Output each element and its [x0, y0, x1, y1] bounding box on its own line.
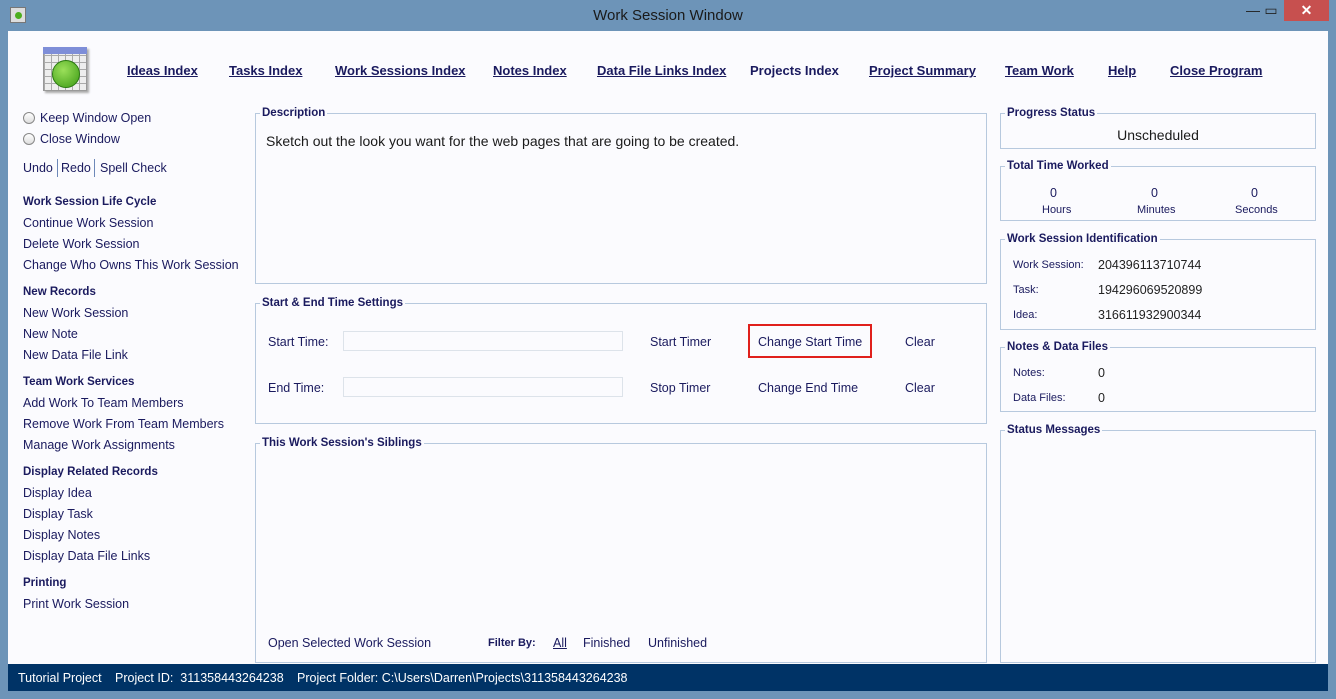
- keep-window-open-label[interactable]: Keep Window Open: [40, 111, 151, 125]
- filter-by-label: Filter By:: [488, 637, 536, 649]
- change-end-time-button[interactable]: Change End Time: [758, 381, 858, 395]
- hours-value: 0: [1050, 186, 1057, 200]
- notes-count-label: Notes:: [1013, 367, 1045, 379]
- filter-finished[interactable]: Finished: [583, 636, 630, 650]
- close-window-label[interactable]: Close Window: [40, 132, 120, 146]
- minutes-label: Minutes: [1137, 204, 1176, 216]
- siblings-list[interactable]: [262, 455, 982, 625]
- continue-work-session-link[interactable]: Continue Work Session: [23, 216, 153, 230]
- change-start-time-button[interactable]: Change Start Time: [758, 335, 862, 349]
- work-session-id-value: 204396113710744: [1098, 258, 1202, 272]
- data-files-count-label: Data Files:: [1013, 392, 1066, 404]
- project-folder: Project Folder: C:\Users\Darren\Projects…: [297, 671, 628, 685]
- stop-timer-button[interactable]: Stop Timer: [650, 381, 710, 395]
- add-work-link[interactable]: Add Work To Team Members: [23, 396, 183, 410]
- end-time-label: End Time:: [268, 381, 325, 395]
- new-work-session-link[interactable]: New Work Session: [23, 306, 128, 320]
- window-title: Work Session Window: [593, 7, 743, 24]
- display-notes-link[interactable]: Display Notes: [23, 528, 100, 542]
- status-messages-legend: Status Messages: [1007, 424, 1101, 436]
- clear-start-button[interactable]: Clear: [905, 335, 935, 349]
- nav-project-summary[interactable]: Project Summary: [869, 63, 976, 78]
- idea-id-label: Idea:: [1013, 309, 1038, 321]
- status-bar: Tutorial Project Project ID: 31135844326…: [8, 664, 1328, 691]
- description-legend: Description: [262, 107, 326, 119]
- progress-status-legend: Progress Status: [1007, 107, 1096, 119]
- redo-link[interactable]: Redo: [61, 161, 91, 175]
- identification-legend: Work Session Identification: [1007, 233, 1158, 245]
- new-note-link[interactable]: New Note: [23, 327, 78, 341]
- clear-end-button[interactable]: Clear: [905, 381, 935, 395]
- data-files-count-value: 0: [1098, 391, 1105, 405]
- section-heading-new-records: New Records: [23, 286, 96, 298]
- task-id-label: Task:: [1013, 284, 1039, 296]
- section-heading-team-work: Team Work Services: [23, 376, 135, 388]
- nav-help[interactable]: Help: [1108, 63, 1136, 78]
- display-task-link[interactable]: Display Task: [23, 507, 93, 521]
- filter-all[interactable]: All: [553, 636, 567, 650]
- end-time-field[interactable]: [343, 377, 623, 397]
- start-timer-button[interactable]: Start Timer: [650, 335, 711, 349]
- new-data-file-link-link[interactable]: New Data File Link: [23, 348, 128, 362]
- nav-notes-index[interactable]: Notes Index: [493, 63, 567, 78]
- nav-projects-index[interactable]: Projects Index: [750, 63, 839, 78]
- section-heading-life-cycle: Work Session Life Cycle: [23, 196, 157, 208]
- open-selected-work-session-button[interactable]: Open Selected Work Session: [268, 636, 431, 650]
- keep-window-open-radio[interactable]: [23, 112, 35, 124]
- print-work-session-link[interactable]: Print Work Session: [23, 597, 129, 611]
- close-window-radio[interactable]: [23, 133, 35, 145]
- undo-link[interactable]: Undo: [23, 161, 53, 175]
- notes-files-legend: Notes & Data Files: [1007, 341, 1108, 353]
- spell-check-link[interactable]: Spell Check: [100, 161, 167, 175]
- siblings-legend: This Work Session's Siblings: [262, 437, 422, 449]
- description-text[interactable]: Sketch out the look you want for the web…: [266, 133, 739, 149]
- start-time-field[interactable]: [343, 331, 623, 351]
- delete-work-session-link[interactable]: Delete Work Session: [23, 237, 140, 251]
- total-time-legend: Total Time Worked: [1007, 160, 1109, 172]
- project-id: Project ID: 311358443264238: [115, 671, 284, 685]
- progress-status-value: Unscheduled: [1117, 127, 1199, 143]
- close-button[interactable]: ✕: [1284, 0, 1329, 21]
- section-heading-printing: Printing: [23, 577, 67, 589]
- seconds-label: Seconds: [1235, 204, 1278, 216]
- start-time-label: Start Time:: [268, 335, 329, 349]
- project-name: Tutorial Project: [18, 671, 102, 685]
- nav-ideas-index[interactable]: Ideas Index: [127, 63, 198, 78]
- minutes-value: 0: [1151, 186, 1158, 200]
- nav-data-file-links-index[interactable]: Data File Links Index: [597, 63, 726, 78]
- time-settings-legend: Start & End Time Settings: [262, 297, 404, 309]
- hours-label: Hours: [1042, 204, 1072, 216]
- work-session-id-label: Work Session:: [1013, 259, 1084, 271]
- section-heading-display: Display Related Records: [23, 466, 158, 478]
- divider: [57, 159, 58, 177]
- nav-work-sessions-index[interactable]: Work Sessions Index: [335, 63, 466, 78]
- display-data-file-links-link[interactable]: Display Data File Links: [23, 549, 150, 563]
- divider: [94, 159, 95, 177]
- display-idea-link[interactable]: Display Idea: [23, 486, 92, 500]
- notes-count-value: 0: [1098, 366, 1105, 380]
- status-messages-panel: Status Messages: [1000, 424, 1316, 663]
- change-owner-link[interactable]: Change Who Owns This Work Session: [23, 258, 239, 272]
- nav-tasks-index[interactable]: Tasks Index: [229, 63, 302, 78]
- nav-team-work[interactable]: Team Work: [1005, 63, 1074, 78]
- calendar-clock-icon: [43, 47, 87, 91]
- seconds-value: 0: [1251, 186, 1258, 200]
- title-bar: Work Session Window — ▭ ✕: [0, 0, 1336, 31]
- manage-assignments-link[interactable]: Manage Work Assignments: [23, 438, 175, 452]
- task-id-value: 194296069520899: [1098, 283, 1203, 297]
- time-settings-panel: Start & End Time Settings: [255, 297, 987, 424]
- maximize-button[interactable]: ▭: [1256, 0, 1286, 21]
- idea-id-value: 316611932900344: [1098, 308, 1202, 322]
- nav-close-program[interactable]: Close Program: [1170, 63, 1262, 78]
- filter-unfinished[interactable]: Unfinished: [648, 636, 707, 650]
- remove-work-link[interactable]: Remove Work From Team Members: [23, 417, 224, 431]
